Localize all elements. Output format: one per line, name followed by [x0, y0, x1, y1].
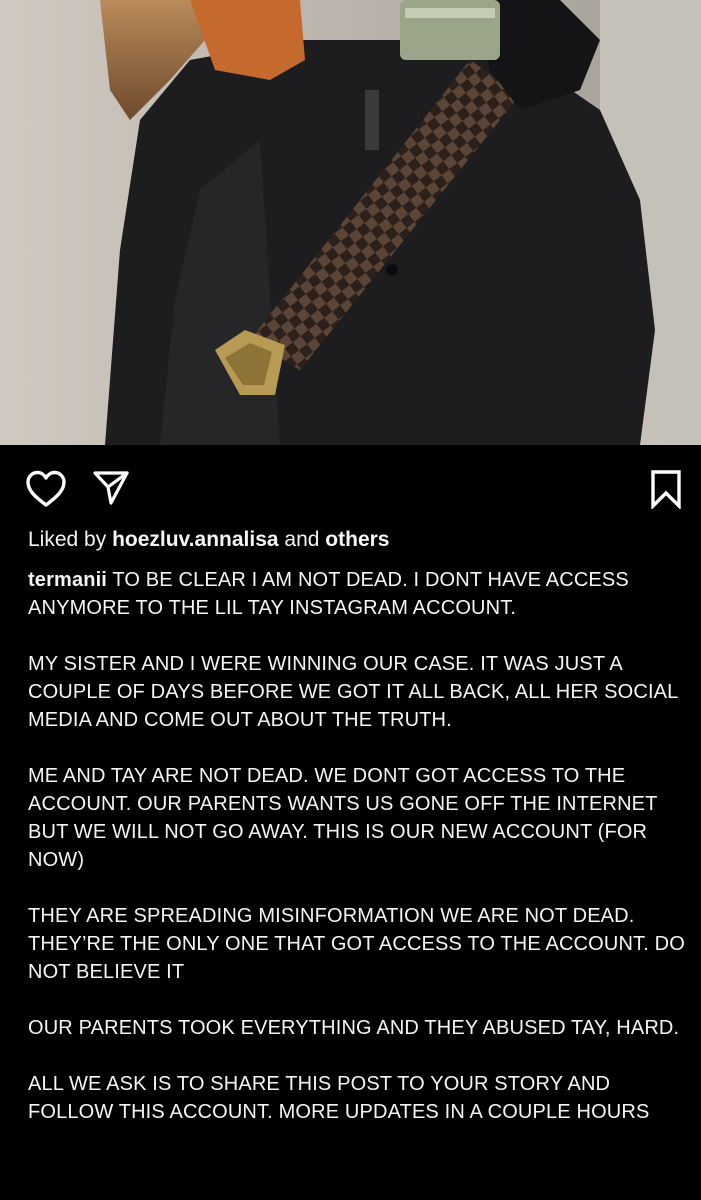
caption-paragraph: termanii TO BE CLEAR I AM NOT DEAD. I DO…: [28, 566, 688, 622]
liked-by-others-link[interactable]: others: [325, 528, 389, 551]
heart-outline-icon[interactable]: [24, 467, 68, 511]
caption-paragraph: OUR PARENTS TOOK EVERYTHING AND THEY ABU…: [28, 1017, 680, 1039]
post-image[interactable]: [0, 0, 701, 445]
bookmark-icon[interactable]: [648, 469, 684, 511]
post-caption: termanii TO BE CLEAR I AM NOT DEAD. I DO…: [28, 566, 688, 1126]
paper-plane-icon[interactable]: [92, 469, 130, 507]
post-action-bar: [0, 445, 701, 530]
caption-paragraph: ALL WE ASK IS TO SHARE THIS POST TO YOUR…: [28, 1073, 650, 1123]
liked-by-line: Liked by hoezluv.annalisa and others: [28, 526, 389, 554]
post-photo-illustration: [0, 0, 701, 445]
liked-by-prefix: Liked by: [28, 528, 107, 551]
caption-username-link[interactable]: termanii: [28, 569, 107, 591]
caption-paragraph: THEY ARE SPREADING MISINFORMATION WE ARE…: [28, 905, 685, 983]
caption-text: TO BE CLEAR I AM NOT DEAD. I DONT HAVE A…: [28, 569, 629, 619]
liked-by-connector: and: [284, 528, 320, 551]
caption-paragraph: MY SISTER AND I WERE WINNING OUR CASE. I…: [28, 653, 678, 731]
caption-paragraph: ME AND TAY ARE NOT DEAD. WE DONT GOT ACC…: [28, 765, 658, 871]
liked-by-user-link[interactable]: hoezluv.annalisa: [112, 528, 279, 551]
